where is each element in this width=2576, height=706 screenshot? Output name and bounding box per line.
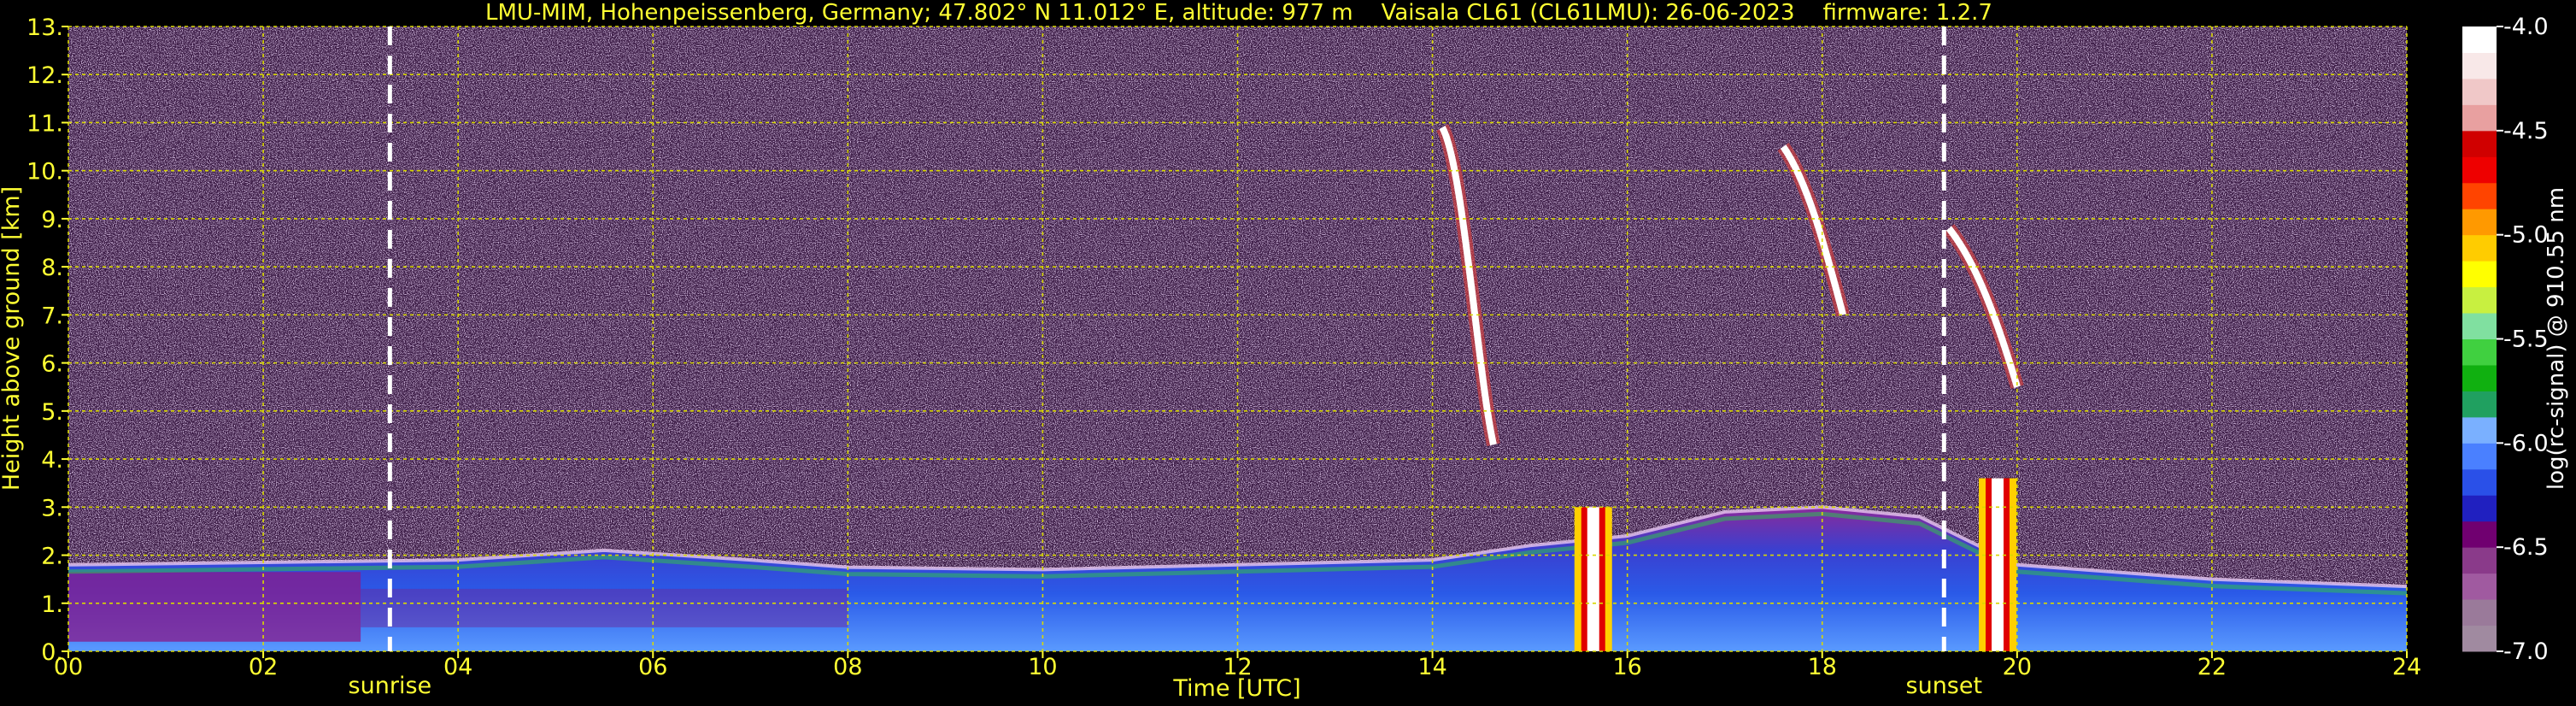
aerosol-layer xyxy=(361,588,848,627)
y-tick-label: 11. xyxy=(26,110,63,137)
x-tick-label: 20 xyxy=(2003,654,2032,680)
sunrise-label: sunrise xyxy=(349,673,432,699)
aerosol-layer xyxy=(68,572,361,642)
colorbar-tick-label: -6.5 xyxy=(2503,534,2549,561)
colorbar-swatch xyxy=(2462,130,2497,157)
y-tick-label: 5. xyxy=(41,399,63,426)
colorbar-swatch xyxy=(2462,443,2497,470)
x-tick-label: 04 xyxy=(443,654,472,680)
colorbar-swatch xyxy=(2462,261,2497,288)
colorbar-swatch xyxy=(2462,573,2497,600)
colorbar-swatch xyxy=(2462,416,2497,444)
x-axis-label: Time [UTC] xyxy=(1172,675,1300,702)
colorbar-swatch xyxy=(2462,391,2497,418)
y-tick-label: 13. xyxy=(26,15,63,41)
x-tick-label: 14 xyxy=(1417,654,1446,680)
colorbar-tick-label: -4.0 xyxy=(2503,14,2549,40)
x-tick-label: 06 xyxy=(638,654,667,680)
precip-column xyxy=(1587,507,1599,651)
precip-column xyxy=(1992,478,2004,651)
colorbar-swatch xyxy=(2462,209,2497,236)
x-tick-label: 24 xyxy=(2392,654,2421,680)
colorbar-swatch xyxy=(2462,234,2497,262)
colorbar-swatch xyxy=(2462,521,2497,548)
colorbar-swatch xyxy=(2462,313,2497,339)
colorbar-swatch xyxy=(2462,78,2497,105)
x-tick-label: 10 xyxy=(1028,654,1057,680)
y-tick-label: 4. xyxy=(41,447,63,474)
colorbar-label: log(rc-signal) @ 910.55 nm xyxy=(2544,187,2569,490)
y-tick-label: 3. xyxy=(41,495,63,521)
y-tick-label: 7. xyxy=(41,303,63,329)
y-tick-label: 9. xyxy=(41,207,63,233)
x-tick-label: 22 xyxy=(2198,654,2227,680)
y-tick-label: 10. xyxy=(26,159,63,185)
colorbar-swatch xyxy=(2462,547,2497,574)
x-tick-label: 08 xyxy=(833,654,862,680)
x-tick-label: 02 xyxy=(249,654,278,680)
colorbar-swatch xyxy=(2462,52,2497,79)
plot-area: sunrise sunset xyxy=(67,26,2408,699)
colorbar-tick-label: -7.0 xyxy=(2503,638,2549,665)
colorbar-swatch xyxy=(2462,364,2497,391)
colorbar-swatch xyxy=(2462,182,2497,209)
y-tick-label: 2. xyxy=(41,544,63,570)
x-tick-label: 18 xyxy=(1808,654,1837,680)
y-tick-label: 8. xyxy=(41,255,63,281)
colorbar-swatch xyxy=(2462,156,2497,184)
colorbar-tick-label: -4.5 xyxy=(2503,118,2549,144)
signal-noise xyxy=(68,26,2407,651)
sunset-label: sunset xyxy=(1906,673,1983,699)
colorbar-swatch xyxy=(2462,468,2497,496)
colorbar-swatch xyxy=(2462,104,2497,132)
colorbar-swatch xyxy=(2462,495,2497,522)
y-tick-label: 6. xyxy=(41,351,63,378)
y-tick-label: 12. xyxy=(26,62,63,89)
colorbar-swatch xyxy=(2462,625,2497,652)
y-tick-label: 0. xyxy=(41,639,63,666)
chart-title: LMU-MIM, Hohenpeissenberg, Germany; 47.8… xyxy=(485,0,1992,26)
y-axis-label: Height above ground [km] xyxy=(0,186,25,491)
colorbar-swatch xyxy=(2462,26,2497,53)
x-tick-label: 16 xyxy=(1612,654,1641,680)
colorbar-swatch xyxy=(2462,599,2497,627)
colorbar-swatch xyxy=(2462,286,2497,314)
colorbar-swatch xyxy=(2462,338,2497,366)
y-tick-label: 1. xyxy=(41,591,63,618)
colorbar-tick-label: -5.5 xyxy=(2503,327,2549,353)
ceilometer-chart: LMU-MIM, Hohenpeissenberg, Germany; 47.8… xyxy=(0,0,2576,706)
colorbar-tick-label: -6.0 xyxy=(2503,430,2549,456)
colorbar-tick-label: -5.0 xyxy=(2503,222,2549,249)
